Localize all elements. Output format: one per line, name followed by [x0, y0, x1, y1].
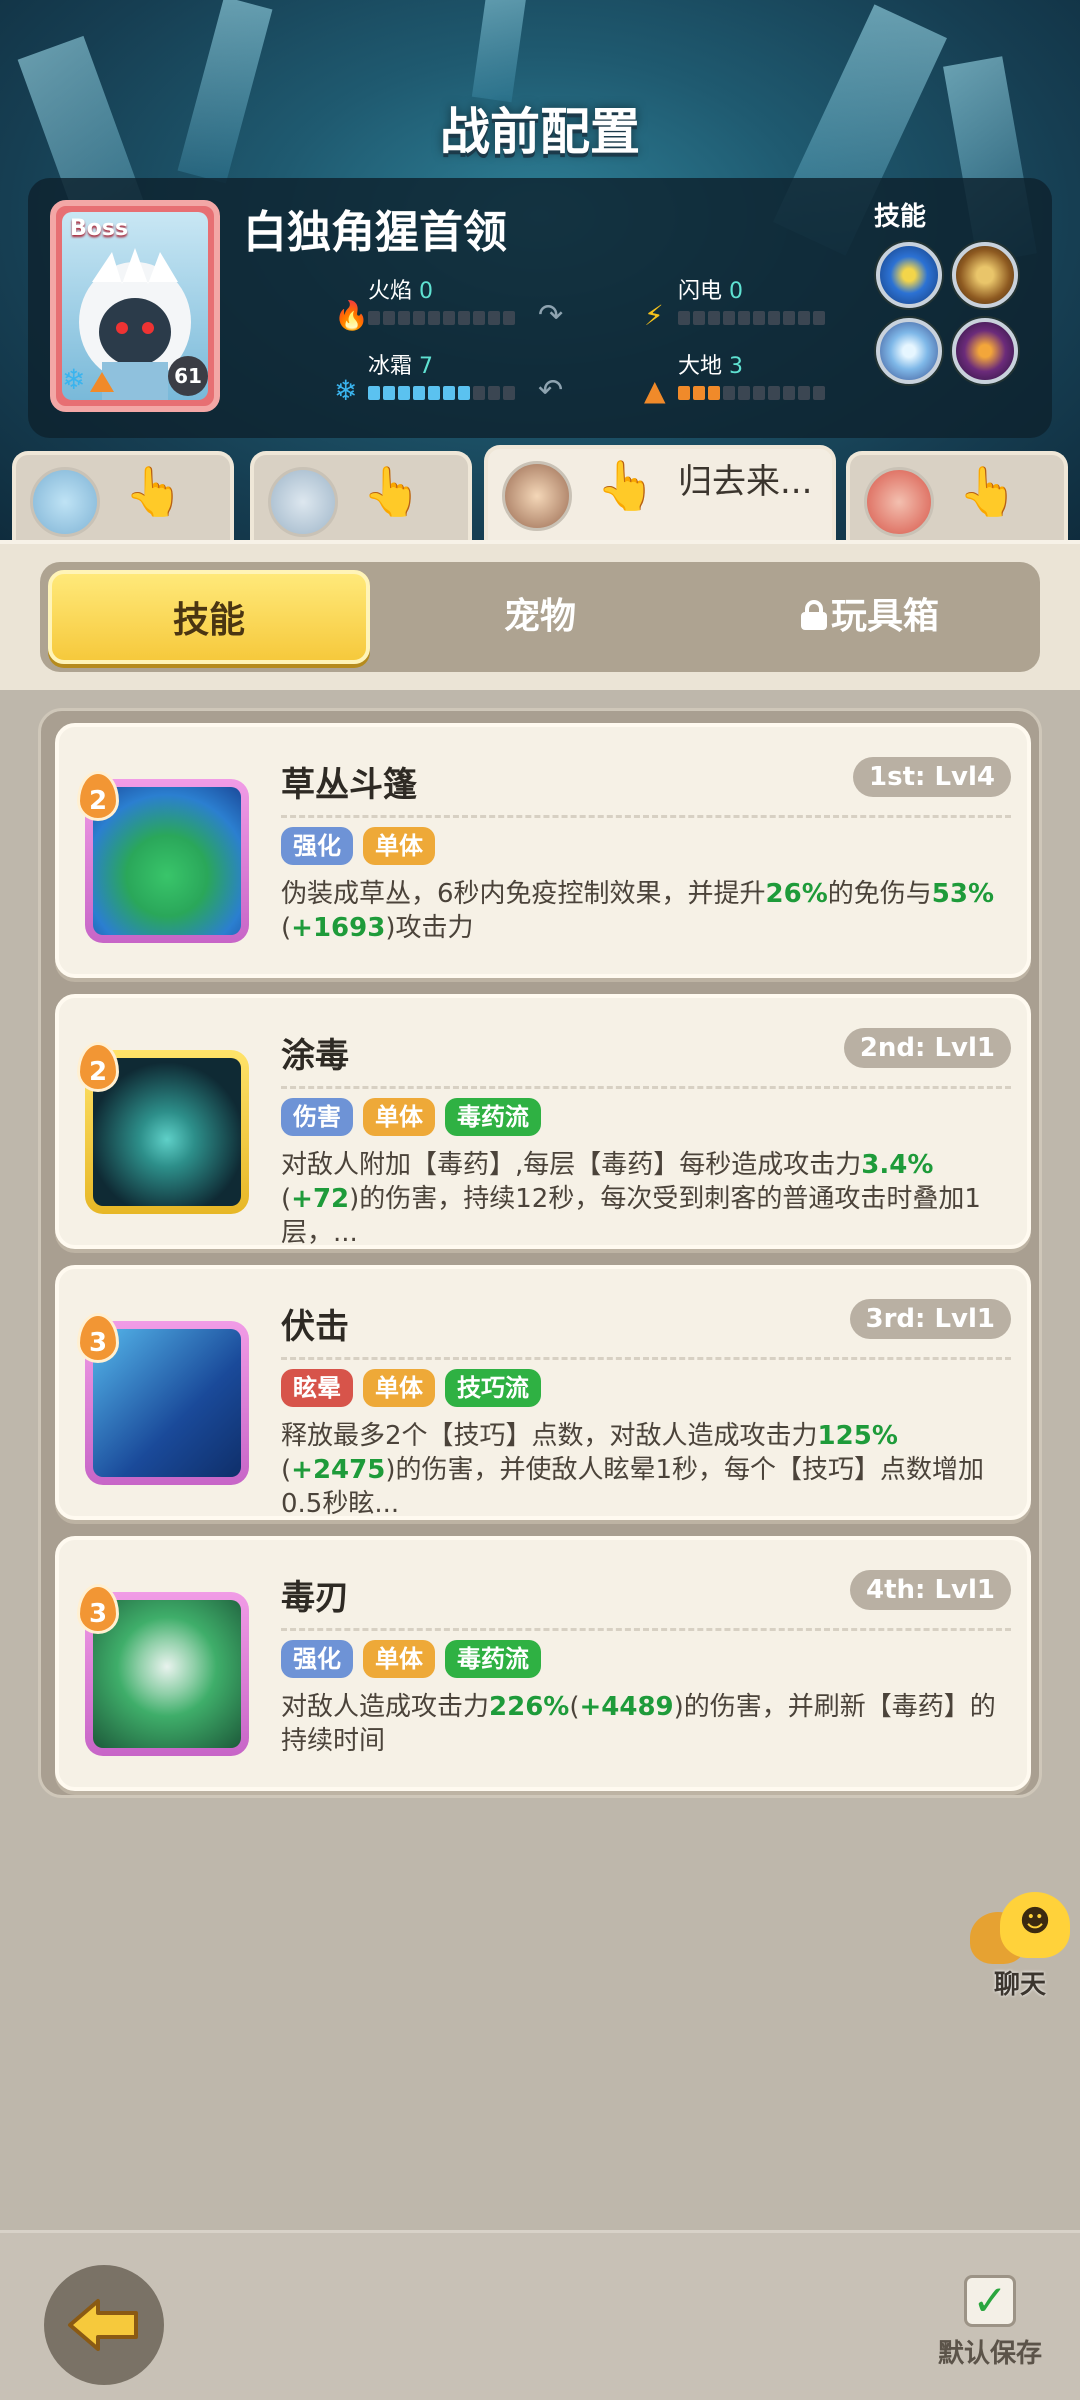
skill-card-3[interactable]: 3 伏击 3rd: Lvl1 眩晕 单体 技巧流 释放最多2个【技巧】点数，对敌… [55, 1265, 1031, 1520]
element-value: 0 [419, 279, 434, 304]
boss-tag: Boss [70, 216, 129, 241]
avatar [268, 467, 338, 537]
element-bar [678, 311, 825, 325]
beast-skill-icon[interactable] [952, 242, 1018, 308]
tab-skills[interactable]: 技能 [48, 570, 370, 664]
tag-damage: 伤害 [281, 1098, 353, 1136]
hero-name: 归去来... [678, 462, 813, 502]
element-value: 7 [419, 354, 434, 379]
tag-single: 单体 [363, 827, 435, 865]
boss-skills-label: 技能 [874, 202, 927, 232]
divider [281, 1357, 1011, 1360]
tag-enhance: 强化 [281, 1640, 353, 1678]
skill-name: 涂毒 [281, 1036, 349, 1076]
save-label: 默认保存 [937, 2339, 1042, 2369]
tag-poison-build: 毒药流 [445, 1640, 541, 1678]
chat-label: 聊天 [993, 1970, 1046, 2000]
avatar [502, 461, 572, 531]
avatar [30, 467, 100, 537]
tab-toybox-label: 玩具箱 [830, 596, 939, 637]
element-bar [678, 386, 825, 400]
star-skill-icon[interactable] [876, 242, 942, 308]
category-panel: 技能 宠物 玩具箱 [0, 540, 1080, 690]
skill-list: 2 草丛斗篷 1st: Lvl4 强化 单体 伪装成草丛，6秒内免疫控制效果，并… [38, 708, 1042, 1798]
element-bar [368, 311, 515, 325]
element-label: 冰霜 [368, 354, 413, 379]
element-label: 火焰 [368, 279, 413, 304]
tap-hand-icon: 👆 [958, 464, 1018, 520]
skill-description: 伪装成草丛，6秒内免疫控制效果，并提升26%的免伤与53%(+1693)攻击力 [281, 879, 995, 943]
skill-name: 毒刃 [281, 1578, 349, 1618]
bottom-bar: ✓ 默认保存 [0, 2230, 1080, 2400]
element-value: 3 [729, 354, 744, 379]
tap-hand-icon: 👆 [596, 458, 656, 514]
skill-level: 2nd: Lvl1 [843, 1028, 1011, 1068]
tag-single: 单体 [363, 1640, 435, 1678]
element-value: 0 [729, 279, 744, 304]
swirl-arrow-icon: ↷ [538, 298, 564, 333]
swirl-arrow-icon: ↶ [538, 373, 564, 408]
tag-skill-build: 技巧流 [445, 1369, 541, 1407]
segmented-control: 技能 宠物 玩具箱 [40, 562, 1040, 672]
divider [281, 1086, 1011, 1089]
lock-icon [800, 600, 827, 630]
divider [281, 815, 1011, 818]
ice-crystal-skill-icon[interactable] [876, 318, 942, 384]
divider [281, 1628, 1011, 1631]
skill-name: 草丛斗篷 [281, 765, 417, 805]
hero-tabs: 👆 👆 👆 归去来... 👆 [0, 445, 1080, 545]
checkbox-checked-icon: ✓ [964, 2275, 1016, 2327]
default-save-toggle[interactable]: ✓ 默认保存 [930, 2275, 1050, 2370]
element-label: 大地 [678, 354, 723, 379]
hero-tab-4[interactable]: 👆 [846, 451, 1068, 543]
element-bar [368, 386, 515, 400]
snowflake-icon: ❄ [334, 374, 358, 407]
tab-pets[interactable]: 宠物 [380, 562, 700, 672]
chat-button[interactable]: ☻ 聊天 [970, 1892, 1070, 2002]
hero-tab-3-selected[interactable]: 👆 归去来... [484, 445, 836, 543]
skill-description: 对敌人附加【毒药】,每层【毒药】每秒造成攻击力3.4%(+72)的伤害，持续12… [281, 1150, 981, 1248]
page-title: 战前配置 [440, 103, 640, 161]
skill-card-4[interactable]: 3 毒刃 4th: Lvl1 强化 单体 毒药流 对敌人造成攻击力226%(+4… [55, 1536, 1031, 1791]
skill-card-2[interactable]: 2 涂毒 2nd: Lvl1 伤害 单体 毒药流 对敌人附加【毒药】,每层【毒药… [55, 994, 1031, 1249]
tap-hand-icon: 👆 [362, 464, 422, 520]
back-arrow-icon [68, 2299, 138, 2351]
skill-description: 释放最多2个【技巧】点数，对敌人造成攻击力125%(+2475)的伤害，并使敌人… [281, 1421, 984, 1519]
hero-tab-2[interactable]: 👆 [250, 451, 472, 543]
boss-name: 白独角猩首领 [243, 207, 507, 258]
skill-description: 对敌人造成攻击力226%(+4489)的伤害，并刷新【毒药】的持续时间 [281, 1692, 996, 1756]
tag-stun: 眩晕 [281, 1369, 353, 1407]
smile-face-icon: ☻ [1000, 1892, 1070, 1958]
skill-level: 1st: Lvl4 [853, 757, 1011, 797]
hero-tab-1[interactable]: 👆 [12, 451, 234, 543]
dark-orb-skill-icon[interactable] [952, 318, 1018, 384]
fire-icon: 🔥 [334, 299, 369, 332]
element-label: 闪电 [678, 279, 723, 304]
boss-portrait[interactable]: Boss ❄ 61 [50, 200, 220, 412]
earth-icon [90, 372, 114, 392]
back-button[interactable] [44, 2265, 164, 2385]
tag-poison-build: 毒药流 [445, 1098, 541, 1136]
boss-level-badge: 61 [168, 356, 208, 396]
tap-hand-icon: 👆 [124, 464, 184, 520]
skill-level: 3rd: Lvl1 [849, 1299, 1011, 1339]
lightning-icon: ⚡ [644, 299, 664, 332]
tag-single: 单体 [363, 1369, 435, 1407]
boss-info-panel: Boss ❄ 61 白独角猩首领 🔥 火焰 0 ⚡ 闪电 0 ❄ 冰霜 7 ▲ … [28, 178, 1052, 438]
skill-name: 伏击 [281, 1307, 349, 1347]
snowflake-icon: ❄ [62, 363, 86, 396]
tag-enhance: 强化 [281, 827, 353, 865]
skill-level: 4th: Lvl1 [850, 1570, 1011, 1610]
tab-toybox[interactable]: 玩具箱 [710, 562, 1030, 672]
avatar [864, 467, 934, 537]
skill-card-1[interactable]: 2 草丛斗篷 1st: Lvl4 强化 单体 伪装成草丛，6秒内免疫控制效果，并… [55, 723, 1031, 978]
earth-icon: ▲ [644, 374, 666, 407]
tag-single: 单体 [363, 1098, 435, 1136]
